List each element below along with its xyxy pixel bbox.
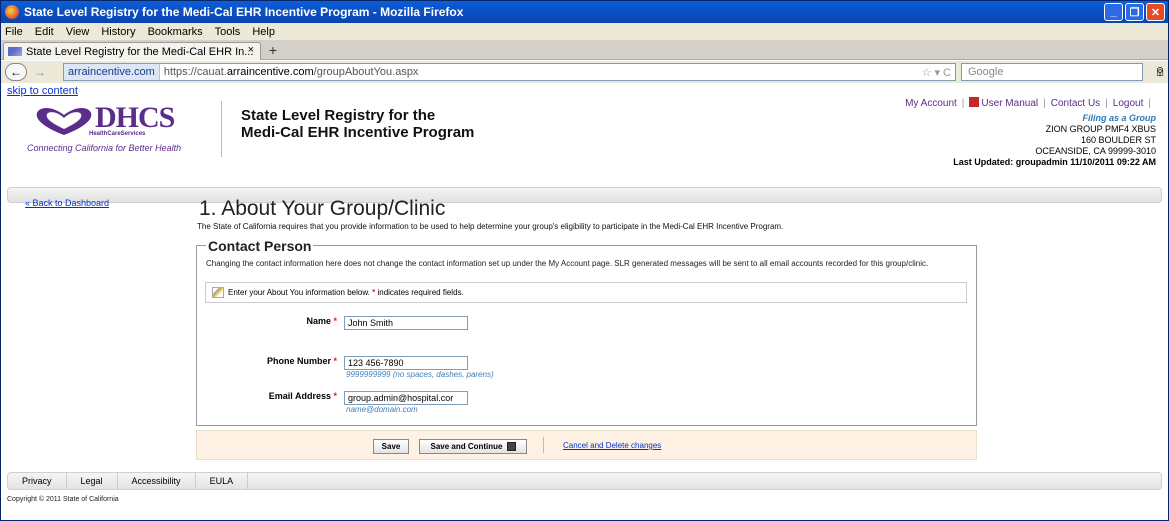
window-title: State Level Registry for the Medi-Cal EH…: [24, 5, 464, 19]
menu-help[interactable]: Help: [252, 26, 275, 38]
site-identity[interactable]: arraincentive.com: [64, 64, 160, 80]
skip-link[interactable]: skip to content: [7, 85, 78, 97]
menu-edit[interactable]: Edit: [35, 26, 54, 38]
tab-strip: State Level Registry for the Medi-Cal EH…: [1, 40, 1168, 60]
phone-input[interactable]: 123 456-7890: [344, 356, 468, 370]
footer-legal-link[interactable]: Legal: [67, 472, 118, 490]
pdf-icon: [969, 97, 980, 107]
logo-tagline: Connecting California for Better Health: [27, 143, 182, 153]
bookmark-star-icon[interactable]: ☆ ▾ C: [922, 66, 951, 79]
site-header: DHCS HealthCareServices Connecting Calif…: [17, 97, 1162, 175]
info-text-2: indicates required fields.: [377, 288, 464, 297]
contact-note: Changing the contact information here do…: [206, 259, 929, 268]
tab-close-icon[interactable]: ×: [248, 44, 254, 56]
logout-link[interactable]: Logout: [1113, 98, 1144, 109]
app-title-line1: State Level Registry for the: [241, 107, 436, 124]
address-bar[interactable]: arraincentive.com https://cauat. arraince…: [63, 63, 956, 81]
group-street: 160 BOULDER ST: [1080, 135, 1156, 145]
email-label: Email Address *: [268, 391, 337, 401]
name-input[interactable]: John Smith: [344, 316, 468, 330]
logo-text: DHCS: [95, 101, 175, 134]
firefox-icon: [5, 5, 19, 19]
page-content: skip to content DHCS HealthCareServices …: [1, 83, 1168, 520]
footer-privacy-link[interactable]: Privacy: [8, 472, 67, 490]
back-arrow-icon[interactable]: ←: [5, 63, 27, 81]
info-text: Enter your About You information below.: [228, 288, 370, 297]
intro-text: The State of California requires that yo…: [197, 222, 784, 231]
menu-bar: File Edit View History Bookmarks Tools H…: [1, 23, 1168, 40]
menu-view[interactable]: View: [66, 26, 90, 38]
phone-label: Phone Number *: [266, 356, 337, 366]
top-links: My Account | User Manual | Contact Us | Logout…: [905, 97, 1151, 109]
new-tab-button[interactable]: +: [263, 43, 283, 59]
search-placeholder: Google: [968, 66, 1004, 78]
nav-bar: ← → arraincentive.com https://cauat. arra…: [1, 61, 1168, 83]
name-label: Name *: [306, 316, 337, 326]
floppy-disk-icon: [506, 442, 516, 451]
browser-tab[interactable]: State Level Registry for the Medi-Cal EH…: [3, 42, 261, 60]
app-title: State Level Registry for the Medi-Cal EH…: [241, 107, 474, 141]
browser-window: State Level Registry for the Medi-Cal EH…: [0, 0, 1169, 521]
site-favicon: [8, 47, 22, 56]
filing-mode: Filing as a Group: [1082, 113, 1156, 123]
copyright: Copyright © 2011 State of California: [7, 496, 119, 503]
logo-subtext: HealthCareServices: [89, 131, 146, 137]
search-box[interactable]: Google ⚲: [961, 63, 1164, 81]
footer-bar: Privacy Legal Accessibility EULA: [7, 472, 1162, 490]
page-title: 1. About Your Group/Clinic: [199, 197, 446, 220]
header-divider: [221, 101, 222, 157]
action-divider: [543, 437, 544, 453]
url-prefix: https://cauat.: [163, 66, 227, 78]
forward-arrow-icon[interactable]: →: [29, 63, 51, 81]
back-to-dashboard-link[interactable]: « Back to Dashboard: [25, 198, 109, 208]
my-account-link[interactable]: My Account: [905, 98, 957, 109]
email-hint: name@domain.com: [346, 405, 418, 414]
home-icon[interactable]: ⌂: [1156, 64, 1164, 79]
dhcs-logo: DHCS HealthCareServices Connecting Calif…: [25, 101, 215, 161]
title-bar: State Level Registry for the Medi-Cal EH…: [1, 1, 1168, 23]
contact-us-link[interactable]: Contact Us: [1051, 98, 1100, 109]
last-updated: Last Updated: groupadmin 11/10/2011 09:2…: [953, 157, 1156, 167]
section-title: Contact Person: [206, 238, 314, 254]
edit-icon: [212, 287, 224, 298]
required-marker: *: [372, 288, 376, 297]
app-title-line2: Medi-Cal EHR Incentive Program: [241, 124, 475, 141]
url-domain: arraincentive.com: [226, 66, 314, 78]
minimize-button[interactable]: _: [1104, 3, 1123, 21]
email-input[interactable]: group.admin@hospital.cor: [344, 391, 468, 405]
group-name: ZION GROUP PMF4 XBUS: [1045, 124, 1156, 134]
account-info: Filing as a Group ZION GROUP PMF4 XBUS 1…: [953, 113, 1156, 168]
nav-strip: [7, 187, 1162, 203]
close-button[interactable]: ✕: [1146, 3, 1165, 21]
menu-history[interactable]: History: [101, 26, 135, 38]
menu-tools[interactable]: Tools: [215, 26, 241, 38]
maximize-button[interactable]: ❐: [1125, 3, 1144, 21]
footer-eula-link[interactable]: EULA: [196, 472, 249, 490]
user-manual-link[interactable]: User Manual: [981, 98, 1038, 109]
url-path: /groupAboutYou.aspx: [313, 66, 419, 78]
phone-hint: 9999999999 (no spaces, dashes, parens): [346, 370, 494, 379]
cancel-delete-link[interactable]: Cancel and Delete changes: [563, 441, 661, 450]
footer-accessibility-link[interactable]: Accessibility: [118, 472, 196, 490]
save-and-continue-button[interactable]: Save and Continue: [419, 439, 527, 454]
menu-file[interactable]: File: [5, 26, 23, 38]
info-box: Enter your About You information below. …: [205, 282, 967, 303]
heart-logo-icon: [36, 108, 92, 135]
menu-bookmarks[interactable]: Bookmarks: [148, 26, 203, 38]
save-button[interactable]: Save: [373, 439, 409, 454]
tab-label: State Level Registry for the Medi-Cal EH…: [26, 45, 254, 58]
group-city: OCEANSIDE, CA 99999-3010: [1035, 146, 1156, 156]
